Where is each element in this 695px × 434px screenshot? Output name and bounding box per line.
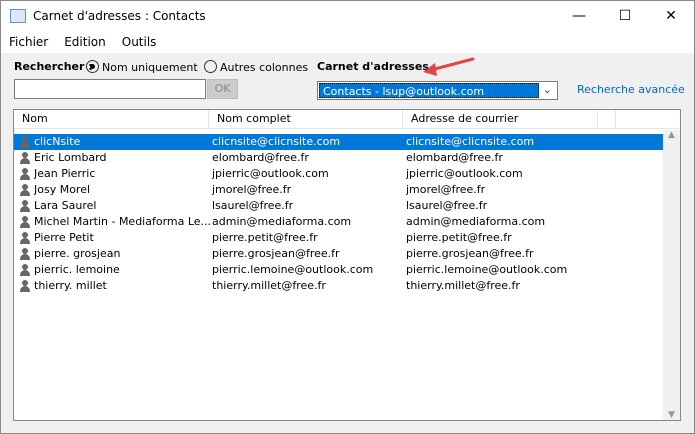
menu-outils[interactable]: Outils [122, 35, 157, 49]
list-header: Nom Nom complet Adresse de courrier [14, 110, 680, 129]
scroll-down-icon[interactable]: ▼ [663, 410, 680, 420]
search-input[interactable] [14, 79, 206, 99]
cell-adresse: pierre.petit@free.fr [406, 231, 512, 244]
menu-bar: Fichier Edition Outils [1, 31, 694, 53]
menu-edition[interactable]: Edition [64, 35, 106, 49]
close-button[interactable]: ✕ [648, 1, 694, 31]
table-row[interactable]: Josy Morel jmorel@free.fr jmorel@free.fr [14, 182, 664, 198]
contact-icon [20, 184, 30, 196]
vertical-scrollbar[interactable]: ▲ ▼ [663, 130, 680, 420]
cell-adresse: admin@mediaforma.com [406, 215, 546, 228]
cell-adresse: jpierric@outlook.com [406, 167, 523, 180]
table-row[interactable]: Michel Martin - Mediaforma Le... admin@m… [14, 214, 664, 230]
cell-nom: pierre. grosjean [34, 247, 121, 260]
address-book-icon [10, 9, 26, 23]
cell-nom: Eric Lombard [34, 151, 107, 164]
address-book-window: Carnet d'adresses : Contacts — ☐ ✕ Fichi… [0, 0, 695, 434]
cell-nom-complet: elombard@free.fr [212, 151, 309, 164]
cell-nom: Pierre Petit [34, 231, 94, 244]
cell-nom-complet: pierric.lemoine@outlook.com [212, 263, 374, 276]
contact-icon [20, 216, 30, 228]
contact-icon [20, 136, 30, 148]
cell-nom: Josy Morel [34, 183, 91, 196]
table-row[interactable]: Eric Lombard elombard@free.fr elombard@f… [14, 150, 664, 166]
cell-nom-complet: jmorel@free.fr [212, 183, 292, 196]
cell-nom-complet: thierry.millet@free.fr [212, 279, 326, 292]
radio-icon [204, 60, 217, 73]
contact-icon [20, 248, 30, 260]
cell-nom-complet: lsaurel@free.fr [212, 199, 294, 212]
cell-nom: Michel Martin - Mediaforma Le... [34, 215, 210, 228]
cell-nom: Lara Saurel [34, 199, 97, 212]
minimize-button[interactable]: — [556, 1, 602, 31]
radio-icon [86, 60, 99, 73]
cell-nom-complet: pierre.petit@free.fr [212, 231, 318, 244]
cell-adresse: jmorel@free.fr [406, 183, 486, 196]
table-row[interactable]: pierric. lemoine pierric.lemoine@outlook… [14, 262, 664, 278]
cell-adresse: elombard@free.fr [406, 151, 503, 164]
cell-adresse: thierry.millet@free.fr [406, 279, 520, 292]
contact-icon [20, 280, 30, 292]
cell-nom-complet: admin@mediaforma.com [212, 215, 352, 228]
addressbook-select[interactable]: Contacts - lsup@outlook.com ⌄ [317, 81, 558, 100]
cell-nom-complet: clicnsite@clicnsite.com [212, 135, 341, 148]
cell-nom: pierric. lemoine [34, 263, 120, 276]
chevron-down-icon: ⌄ [542, 83, 552, 96]
ok-button[interactable]: OK [207, 79, 238, 99]
contact-icon [20, 152, 30, 164]
scroll-up-icon[interactable]: ▲ [663, 130, 680, 140]
cell-nom: thierry. millet [34, 279, 107, 292]
cell-adresse: pierre.grosjean@free.fr [406, 247, 534, 260]
window-title: Carnet d'adresses : Contacts [33, 9, 206, 23]
table-row[interactable]: Jean Pierric jpierric@outlook.com jpierr… [14, 166, 664, 182]
cell-nom-complet: jpierric@outlook.com [212, 167, 329, 180]
table-row[interactable]: Pierre Petit pierre.petit@free.fr pierre… [14, 230, 664, 246]
cell-adresse: pierric.lemoine@outlook.com [406, 263, 568, 276]
contact-icon [20, 200, 30, 212]
advanced-search-link[interactable]: Recherche avancée [577, 83, 685, 96]
column-nom[interactable]: Nom [14, 110, 209, 128]
radio-label: Nom uniquement [102, 61, 198, 74]
column-spacer [598, 110, 616, 128]
column-nom-complet[interactable]: Nom complet [209, 110, 403, 128]
contact-icon [20, 232, 30, 244]
cell-adresse: clicnsite@clicnsite.com [406, 135, 535, 148]
table-row[interactable]: thierry. millet thierry.millet@free.fr t… [14, 278, 664, 294]
cell-nom-complet: pierre.grosjean@free.fr [212, 247, 340, 260]
contact-icon [20, 264, 30, 276]
cell-nom: clicNsite [34, 135, 81, 148]
menu-fichier[interactable]: Fichier [9, 35, 48, 49]
addressbook-label: Carnet d'adresses [317, 60, 429, 73]
cell-adresse: lsaurel@free.fr [406, 199, 488, 212]
radio-name-only[interactable]: Nom uniquement [86, 60, 198, 74]
contacts-list[interactable]: Nom Nom complet Adresse de courrier clic… [13, 109, 681, 421]
contact-icon [20, 168, 30, 180]
table-row[interactable]: clicNsite clicnsite@clicnsite.com clicns… [14, 134, 664, 150]
search-label: Rechercher : [14, 60, 93, 73]
cell-nom: Jean Pierric [34, 167, 96, 180]
title-bar: Carnet d'adresses : Contacts — ☐ ✕ [1, 1, 694, 31]
radio-label: Autres colonnes [220, 61, 309, 74]
radio-other-columns[interactable]: Autres colonnes [204, 60, 308, 74]
column-adresse[interactable]: Adresse de courrier [403, 110, 598, 128]
maximize-button[interactable]: ☐ [602, 1, 648, 31]
addressbook-selected: Contacts - lsup@outlook.com [319, 83, 539, 98]
red-arrow-annotation [423, 57, 475, 76]
table-row[interactable]: Lara Saurel lsaurel@free.fr lsaurel@free… [14, 198, 664, 214]
table-row[interactable]: pierre. grosjean pierre.grosjean@free.fr… [14, 246, 664, 262]
